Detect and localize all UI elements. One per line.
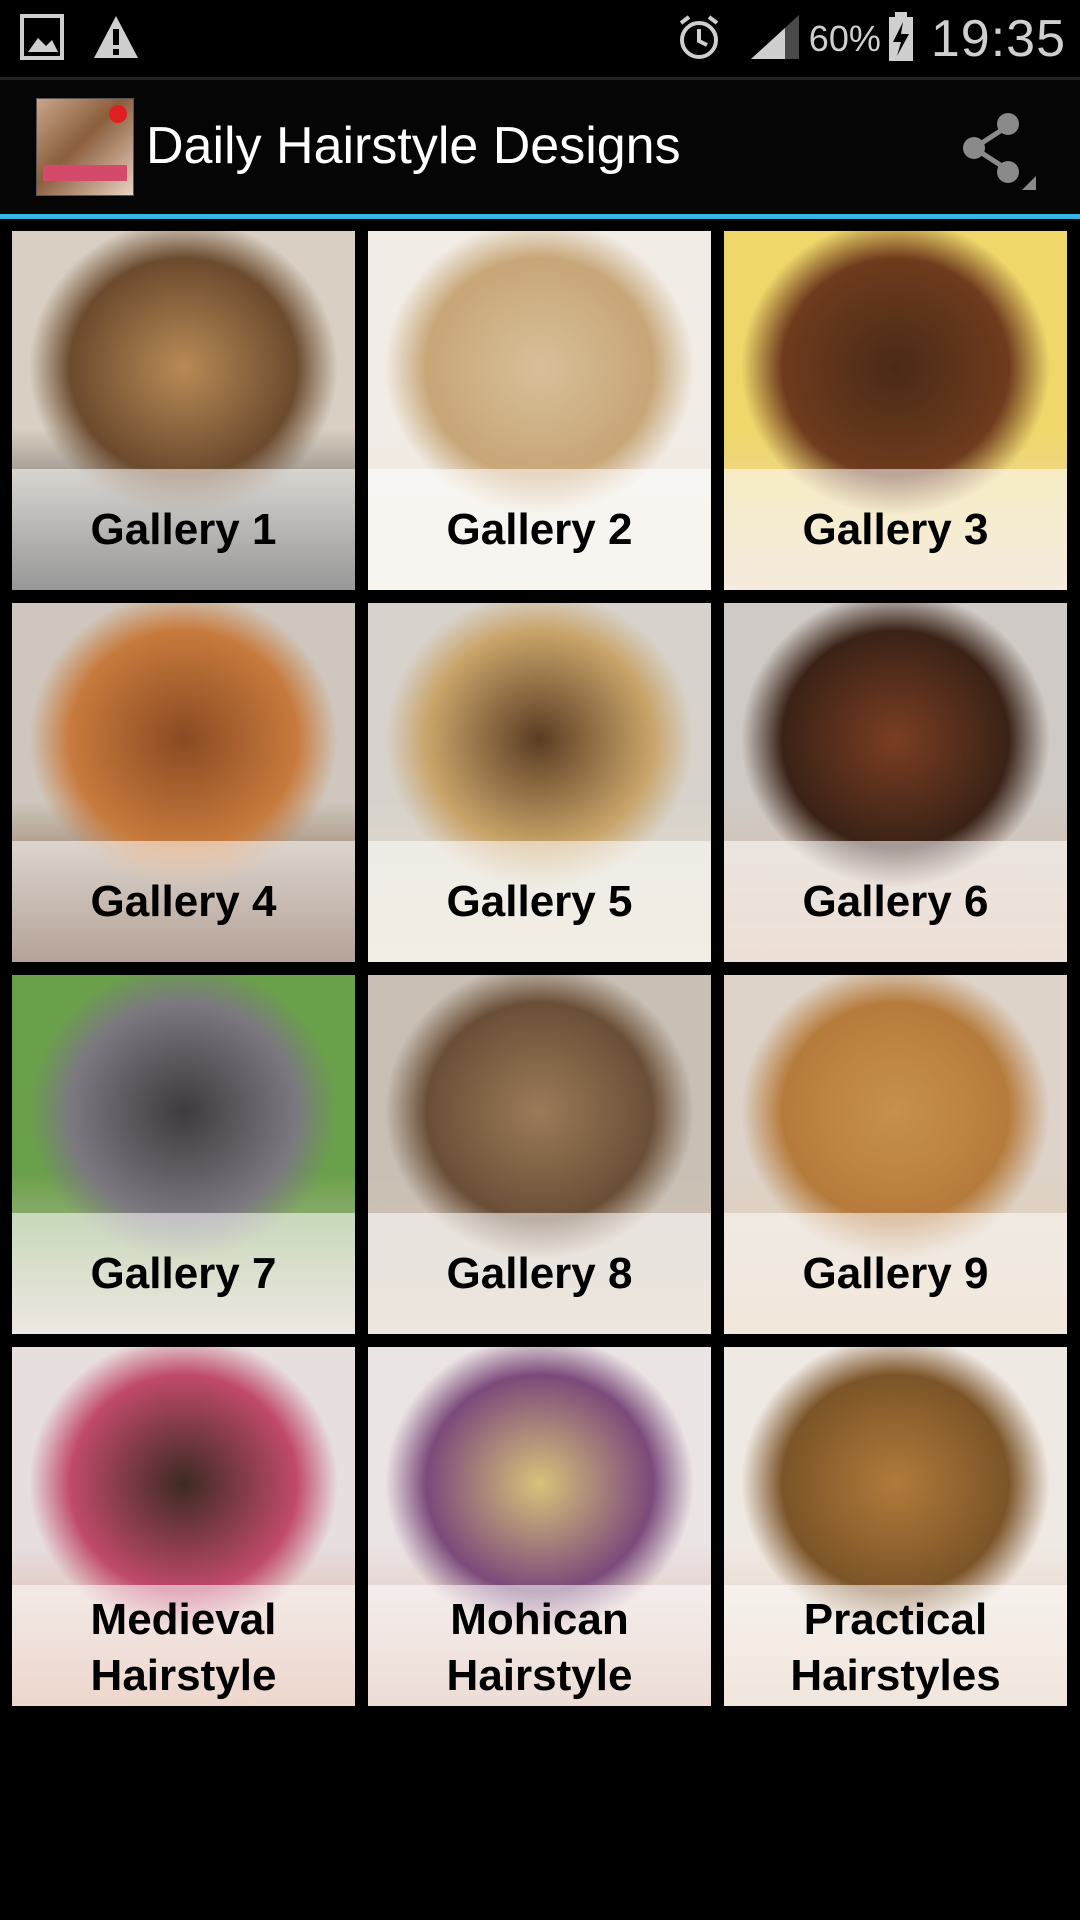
gallery-tile-1[interactable]: Gallery 1	[12, 231, 355, 590]
alarm-icon	[675, 13, 723, 66]
tile-label: Gallery 2	[446, 504, 633, 554]
practical-hairstyles-tile[interactable]: Practical Hairstyles	[724, 1347, 1067, 1706]
tile-label: Gallery 1	[90, 504, 277, 554]
tile-label: Gallery 3	[802, 504, 989, 554]
battery-charging-icon	[887, 11, 915, 67]
signal-icon	[749, 13, 801, 66]
tile-label: Gallery 7	[90, 1248, 277, 1298]
action-bar: Daily Hairstyle Designs	[0, 80, 1080, 214]
image-icon	[20, 14, 64, 65]
status-bar: 60% 19:35	[0, 0, 1080, 77]
tile-label: Practical Hairstyles	[790, 1595, 1001, 1700]
app-icon-banner	[43, 165, 127, 181]
tile-label: Gallery 8	[446, 1248, 633, 1298]
share-icon	[963, 113, 1036, 190]
share-button[interactable]	[950, 106, 1040, 196]
gallery-tile-3[interactable]: Gallery 3	[724, 231, 1067, 590]
tile-label: Gallery 4	[90, 876, 277, 926]
tile-label: Gallery 9	[802, 1248, 989, 1298]
tile-label: Mohican Hairstyle	[446, 1595, 633, 1700]
tile-label: Gallery 6	[802, 876, 989, 926]
tile-label: Medieval Hairstyle	[90, 1595, 277, 1700]
gallery-tile-7[interactable]: Gallery 7	[12, 975, 355, 1334]
clock-time: 19:35	[930, 10, 1066, 68]
medieval-hairstyle-tile[interactable]: Medieval Hairstyle	[12, 1347, 355, 1706]
gallery-tile-2[interactable]: Gallery 2	[368, 231, 711, 590]
mohican-hairstyle-tile[interactable]: Mohican Hairstyle	[368, 1347, 711, 1706]
tile-label: Gallery 5	[446, 876, 633, 926]
warning-icon	[92, 14, 140, 65]
gallery-grid: Gallery 1 Gallery 2 Gallery 3 Gallery 4 …	[12, 231, 1067, 1706]
gallery-tile-9[interactable]: Gallery 9	[724, 975, 1067, 1334]
app-title: Daily Hairstyle Designs	[146, 117, 681, 175]
gallery-tile-4[interactable]: Gallery 4	[12, 603, 355, 962]
gallery-tile-8[interactable]: Gallery 8	[368, 975, 711, 1334]
free-badge-icon	[109, 105, 127, 123]
action-bar-accent-line	[0, 214, 1080, 219]
gallery-tile-6[interactable]: Gallery 6	[724, 603, 1067, 962]
battery-percent: 60%	[808, 18, 881, 59]
app-icon[interactable]	[36, 98, 134, 196]
gallery-tile-5[interactable]: Gallery 5	[368, 603, 711, 962]
